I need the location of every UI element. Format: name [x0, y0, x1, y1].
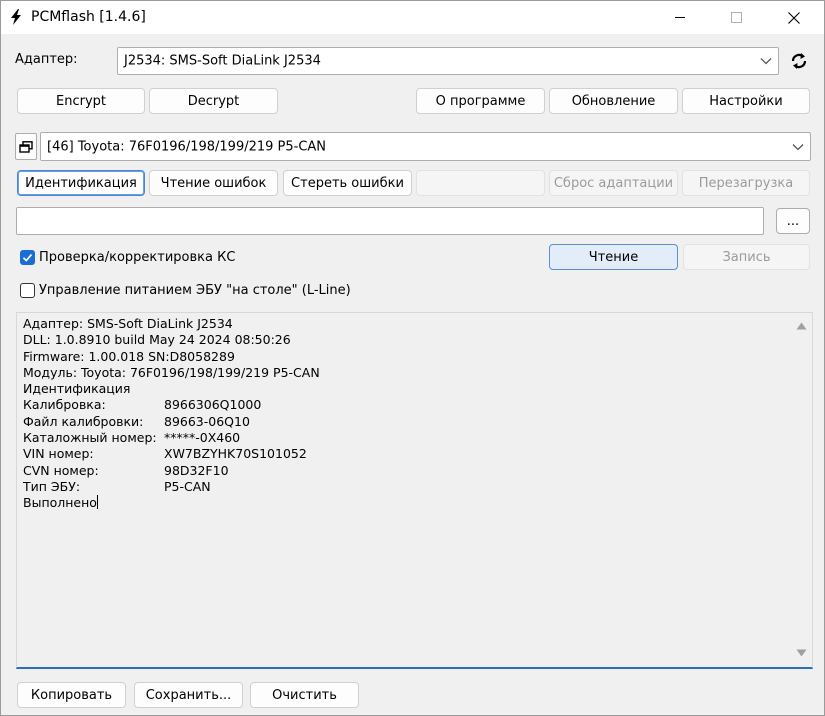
log-output[interactable]: Адаптер: SMS-Soft DiaLink J2534 DLL: 1.0…	[16, 312, 813, 669]
log-field-key: CVN номер:	[23, 462, 99, 478]
adapter-value: J2534: SMS-Soft DiaLink J2534	[124, 53, 321, 69]
log-field: VIN номер: XW7BZYHK70S101052	[23, 446, 320, 462]
encrypt-button[interactable]: Encrypt	[17, 88, 145, 114]
chevron-down-icon	[792, 143, 804, 150]
log-field: Файл калибровки: 89663-06Q10	[23, 414, 320, 430]
clear-errors-button[interactable]: Стереть ошибки	[283, 170, 412, 196]
log-field-key: Калибровка:	[23, 397, 106, 413]
log-line: DLL: 1.0.8910 build May 24 2024 08:50:26	[23, 332, 291, 348]
log-status-line: Выполнено	[23, 495, 320, 511]
log-field-value: P5-CAN	[164, 478, 211, 494]
app-window: PCMflash [1.4.6] Адаптер: J2534: SMS-Sof…	[0, 0, 825, 716]
window-title: PCMflash [1.4.6]	[31, 9, 146, 25]
identification-button[interactable]: Идентификация	[17, 170, 145, 196]
module-value: [46] Toyota: 76F0196/198/199/219 P5-CAN	[47, 139, 327, 154]
module-select[interactable]: [46] Toyota: 76F0196/198/199/219 P5-CAN	[40, 132, 811, 161]
log-field-value: 98D32F10	[164, 462, 229, 478]
log-text: Адаптер: SMS-Soft DiaLink J2534 DLL: 1.0…	[23, 316, 320, 512]
log-field-key: Каталожный номер:	[23, 430, 157, 446]
module-window-button[interactable]	[15, 133, 37, 160]
write-button[interactable]: Запись	[683, 244, 810, 270]
about-button[interactable]: О программе	[416, 88, 545, 114]
file-path-input[interactable]	[16, 207, 764, 235]
window-restore-icon	[19, 140, 33, 153]
checkmark-icon	[22, 253, 33, 262]
maximize-button[interactable]	[713, 1, 759, 34]
scroll-up-button[interactable]	[796, 319, 807, 334]
refresh-icon	[791, 53, 807, 69]
log-field: Тип ЭБУ: P5-CAN	[23, 479, 320, 495]
maximize-icon	[730, 12, 742, 23]
decrypt-button[interactable]: Decrypt	[149, 88, 278, 114]
adapter-select[interactable]: J2534: SMS-Soft DiaLink J2534	[117, 47, 779, 75]
chevron-down-icon	[760, 58, 772, 65]
minimize-button[interactable]	[657, 1, 703, 34]
log-line: Адаптер: SMS-Soft DiaLink J2534	[23, 316, 233, 331]
log-field-key: VIN номер:	[23, 446, 94, 462]
log-field-key: Файл калибровки:	[23, 413, 144, 429]
copy-button[interactable]: Копировать	[17, 682, 126, 708]
log-line: Идентификация	[23, 381, 131, 397]
log-field-key: Тип ЭБУ:	[23, 478, 81, 494]
reset-adaptation-button[interactable]: Сброс адаптации	[549, 170, 678, 196]
read-button[interactable]: Чтение	[549, 244, 678, 270]
log-field: Каталожный номер: *****-0X460	[23, 430, 320, 446]
log-field-value: XW7BZYHK70S101052	[164, 446, 307, 462]
log-field: CVN номер: 98D32F10	[23, 463, 320, 479]
browse-button[interactable]: ...	[776, 208, 810, 234]
text-caret	[96, 495, 98, 510]
log-field: Калибровка: 8966306Q1000	[23, 397, 320, 413]
read-errors-button[interactable]: Чтение ошибок	[149, 170, 278, 196]
scroll-down-icon	[796, 649, 807, 657]
title-bar[interactable]: PCMflash [1.4.6]	[1, 1, 824, 34]
reboot-button[interactable]: Перезагрузка	[682, 170, 810, 196]
log-field-value: *****-0X460	[164, 430, 241, 446]
update-button[interactable]: Обновление	[549, 88, 678, 114]
log-line: Модуль: Toyota: 76F0196/198/199/219 P5-C…	[23, 364, 320, 380]
checksum-label[interactable]: Проверка/корректировка КС	[39, 250, 235, 265]
minimize-icon	[674, 17, 685, 18]
power-checkbox[interactable]	[20, 283, 35, 298]
scroll-down-button[interactable]	[796, 646, 807, 661]
empty-action-button[interactable]	[416, 170, 545, 196]
save-button[interactable]: Сохранить...	[134, 682, 243, 708]
log-field-value: 8966306Q1000	[164, 397, 262, 413]
log-line: Firmware: 1.00.018 SN:D8058289	[23, 348, 235, 364]
refresh-button[interactable]	[788, 51, 810, 71]
close-button[interactable]	[771, 1, 817, 34]
close-icon	[788, 11, 800, 24]
lightning-icon	[11, 9, 21, 25]
adapter-label: Адаптер:	[15, 52, 78, 67]
checksum-checkbox[interactable]	[20, 250, 35, 265]
scroll-up-icon	[796, 322, 807, 330]
power-label[interactable]: Управление питанием ЭБУ "на столе" (L-Li…	[39, 283, 351, 298]
settings-button[interactable]: Настройки	[682, 88, 810, 114]
log-field-value: 89663-06Q10	[164, 413, 250, 429]
clear-button[interactable]: Очистить	[250, 682, 359, 708]
log-status: Выполнено	[23, 495, 97, 511]
